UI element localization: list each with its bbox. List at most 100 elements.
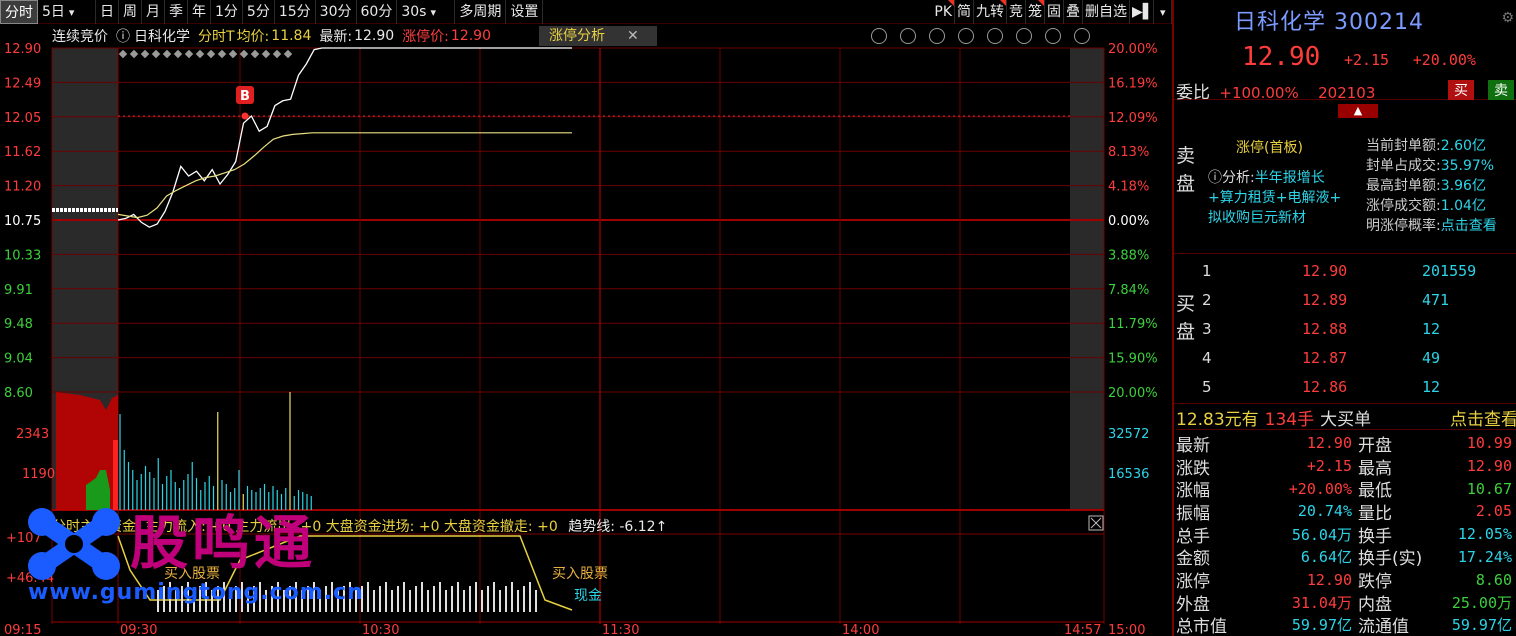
settings-icon[interactable]	[871, 28, 887, 44]
cage-button[interactable]: 笼	[1026, 0, 1045, 24]
analysis-reason-2[interactable]: +算力租赁+电解液+	[1208, 188, 1341, 208]
intraday-chart[interactable]: 12.90 20.00% 12.49 16.19% 12.05 12.09% 11.62 8.…	[0, 0, 1172, 636]
price-tick-label: 9.91	[4, 283, 33, 298]
tab-60min[interactable]: 60分	[357, 0, 398, 24]
settings-button[interactable]: 设置	[506, 0, 544, 24]
quote-value: 56.04万	[1291, 525, 1352, 544]
panel-title[interactable]: 日科化学 300214	[1234, 4, 1424, 36]
tab-5day[interactable]: 5日	[38, 0, 96, 24]
limit-marker	[206, 49, 216, 59]
simple-button[interactable]: 简	[955, 0, 974, 24]
bid-row[interactable]: 1 12.90 201559	[1202, 256, 1516, 285]
limit-marker	[283, 49, 293, 59]
big-order-label: 大买单	[1320, 410, 1372, 430]
stat-row: 最高封单额:3.96亿	[1366, 176, 1497, 196]
tab-fenshi[interactable]: 分时	[0, 0, 38, 24]
pct-tick-label: 7.84%	[1108, 283, 1149, 298]
quote-row: 总手 56.04万 换手 12.05%	[1176, 523, 1516, 547]
quote-key: 换手(实)	[1358, 549, 1423, 570]
buy-box: 买盘 1 12.90 201559 2 12.89 471 3 12.88 12 4 12.8…	[1174, 256, 1516, 404]
bid-qty: 471	[1422, 290, 1450, 309]
analysis-reason-3[interactable]: 拟收购巨元新材	[1208, 208, 1341, 228]
buy-button[interactable]: 买	[1448, 80, 1474, 100]
volume-tick-label-right: 32572	[1108, 427, 1149, 442]
quote-row: 涨跌 +2.15 最高 12.90	[1176, 455, 1516, 479]
tab-limit-analysis[interactable]: 涨停分析 ✕	[539, 26, 657, 46]
big-order-link[interactable]: 点击查看	[1450, 405, 1516, 430]
limit-marker	[239, 49, 249, 59]
price-row: 12.90 +2.15 +20.00%	[1242, 42, 1476, 72]
bid-price: 12.88	[1302, 319, 1348, 338]
more-dropdown-icon[interactable]	[1154, 0, 1172, 24]
quote-key: 量比	[1358, 503, 1392, 524]
indicator-cash-label: 现金	[574, 588, 602, 604]
zoom-out-icon[interactable]	[1074, 28, 1090, 44]
quote-row: 振幅 20.74% 量比 2.05	[1176, 500, 1516, 524]
bid-qty: 201559	[1422, 261, 1477, 280]
exit-icon[interactable]: ▶▌	[1130, 0, 1154, 24]
bid-price: 12.86	[1302, 377, 1348, 396]
pen-icon[interactable]	[900, 28, 916, 44]
bid-row[interactable]: 3 12.88 12	[1202, 314, 1516, 343]
bid-row[interactable]: 2 12.89 471	[1202, 285, 1516, 314]
collapse-arrow-icon[interactable]: ▲	[1338, 104, 1378, 118]
close-icon[interactable]: ✕	[627, 28, 639, 44]
tab-week[interactable]: 周	[119, 0, 142, 24]
tab-season[interactable]: 季	[165, 0, 188, 24]
stat-link[interactable]: 点击查看	[1441, 218, 1497, 234]
chart-tool-icons	[871, 28, 1098, 44]
eye-icon[interactable]	[929, 28, 945, 44]
tab-multi-period[interactable]: 多周期	[455, 0, 507, 24]
zoom-in-icon[interactable]	[1045, 28, 1061, 44]
sell-button[interactable]: 卖	[1488, 80, 1514, 100]
time-label: 10:30	[362, 623, 399, 636]
hand-icon[interactable]	[987, 28, 1003, 44]
quote-value: 20.74%	[1297, 502, 1352, 521]
price-tick-label: 9.48	[4, 317, 33, 332]
pct-tick-label: 12.09%	[1108, 111, 1158, 126]
tab-30min[interactable]: 30分	[316, 0, 357, 24]
bid-row[interactable]: 5 12.86 12	[1202, 372, 1516, 401]
pct-tick-label: 3.88%	[1108, 248, 1149, 263]
quote-value: 6.64亿	[1300, 548, 1352, 567]
limit-marker	[272, 49, 282, 59]
quote-value: +20.00%	[1288, 479, 1352, 498]
stat-value: 2.60亿	[1440, 138, 1486, 154]
tab-15min[interactable]: 15分	[275, 0, 316, 24]
quote-key: 开盘	[1358, 435, 1392, 456]
quote-value: 31.04万	[1291, 593, 1352, 612]
delete-watchlist-button[interactable]: 删自选	[1083, 0, 1130, 24]
tab-day[interactable]: 日	[96, 0, 119, 24]
tab-month[interactable]: 月	[142, 0, 165, 24]
tab-limit-analysis-label: 涨停分析	[549, 28, 605, 44]
auction-button[interactable]: 竞	[1007, 0, 1026, 24]
lock-icon[interactable]	[1016, 28, 1032, 44]
bid-row[interactable]: 4 12.87 49	[1202, 343, 1516, 372]
pk-button[interactable]: PK	[932, 0, 955, 24]
tab-5min[interactable]: 5分	[243, 0, 275, 24]
quote-row: 外盘 31.04万 内盘 25.00万	[1176, 591, 1516, 615]
gear-icon[interactable]: ⚙	[1501, 10, 1514, 26]
quote-key: 金额	[1176, 549, 1210, 570]
stat-key: 最高封单额:	[1366, 178, 1441, 194]
tab-30s[interactable]: 30s	[397, 0, 456, 24]
tab-1min[interactable]: 1分	[211, 0, 243, 24]
bid-price: 12.90	[1302, 261, 1348, 280]
bid-level: 3	[1202, 319, 1212, 338]
limit-marker	[250, 49, 260, 59]
printer-icon[interactable]	[958, 28, 974, 44]
fix-button[interactable]: 固	[1045, 0, 1064, 24]
chart-header: 连续竞价 ⓘ 日科化学 分时T 均价: 11.84 最新: 12.90 涨停价:…	[52, 25, 1104, 47]
quote-key: 跌停	[1358, 572, 1392, 593]
order-ratio-row: 委比 +100.00% 202103 买 卖	[1174, 78, 1516, 103]
order-ratio-pct: +100.00%	[1219, 84, 1299, 102]
quote-row: 涨停 12.90 跌停 8.60	[1176, 568, 1516, 593]
tab-year[interactable]: 年	[188, 0, 211, 24]
quote-key: 换手	[1358, 526, 1392, 547]
analysis-reason-1[interactable]: 半年报增长	[1255, 170, 1325, 186]
quote-value: 59.97亿	[1451, 616, 1512, 635]
overlay-button[interactable]: 叠	[1064, 0, 1083, 24]
nine-turn-button[interactable]: 九转	[974, 0, 1007, 24]
info-icon[interactable]: ⓘ	[116, 26, 130, 46]
avg-label: 均价:	[236, 29, 270, 45]
